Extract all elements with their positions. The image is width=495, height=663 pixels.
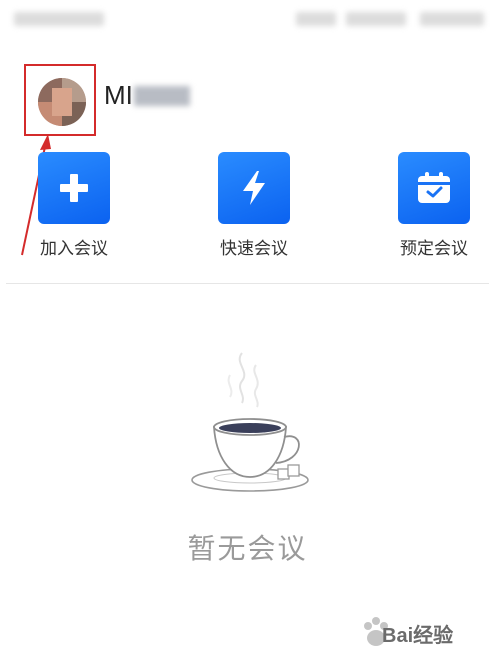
avatar-highlight-box: [24, 64, 96, 136]
status-bar-left-blur: [14, 12, 104, 26]
schedule-meeting-tile[interactable]: [398, 152, 470, 224]
calendar-check-icon: [418, 172, 450, 203]
schedule-meeting-button[interactable]: 预定会议: [384, 152, 484, 259]
coffee-cup-icon: [191, 352, 309, 492]
quick-meeting-tile[interactable]: [218, 152, 290, 224]
user-name-redacted: [134, 86, 190, 106]
quick-meeting-button[interactable]: 快速会议: [204, 152, 304, 259]
lightning-icon: [243, 171, 265, 205]
join-meeting-tile[interactable]: [38, 152, 110, 224]
status-bar: [0, 0, 495, 36]
app-screen: MI 加入会议 快速会议 预定会议 暂无会议 Bai经验: [0, 0, 495, 663]
quick-meeting-label: 快速会议: [220, 239, 288, 259]
divider: [6, 283, 489, 284]
status-bar-battery-blur: [420, 12, 484, 26]
empty-state-text: 暂无会议: [187, 532, 308, 565]
status-bar-icons-blur: [296, 12, 336, 26]
avatar[interactable]: [38, 78, 86, 126]
plus-icon: [60, 174, 88, 202]
join-meeting-button[interactable]: 加入会议: [24, 152, 124, 259]
schedule-meeting-label: 预定会议: [400, 239, 468, 259]
join-meeting-label: 加入会议: [40, 239, 108, 259]
status-bar-icons-blur-2: [346, 12, 406, 26]
user-name[interactable]: MI: [104, 80, 133, 111]
watermark-text: Bai经验: [382, 625, 454, 647]
